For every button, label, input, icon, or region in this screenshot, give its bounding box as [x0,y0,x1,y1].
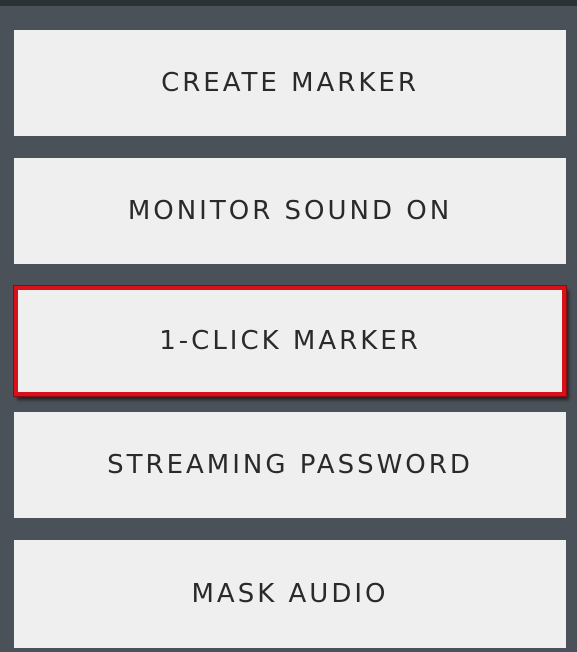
one-click-marker-button[interactable]: 1-CLICK MARKER [14,286,566,396]
create-marker-button[interactable]: CREATE MARKER [14,30,566,136]
mask-audio-label: MASK AUDIO [191,579,389,609]
one-click-marker-label: 1-CLICK MARKER [159,326,421,356]
monitor-sound-on-label: MONITOR SOUND ON [127,196,453,226]
streaming-password-button[interactable]: STREAMING PASSWORD [14,412,566,518]
streaming-password-label: STREAMING PASSWORD [107,450,473,480]
settings-menu-panel: CREATE MARKER MONITOR SOUND ON 1-CLICK M… [0,0,577,652]
create-marker-label: CREATE MARKER [161,68,419,98]
monitor-sound-on-button[interactable]: MONITOR SOUND ON [14,158,566,264]
mask-audio-button[interactable]: MASK AUDIO [14,540,566,648]
